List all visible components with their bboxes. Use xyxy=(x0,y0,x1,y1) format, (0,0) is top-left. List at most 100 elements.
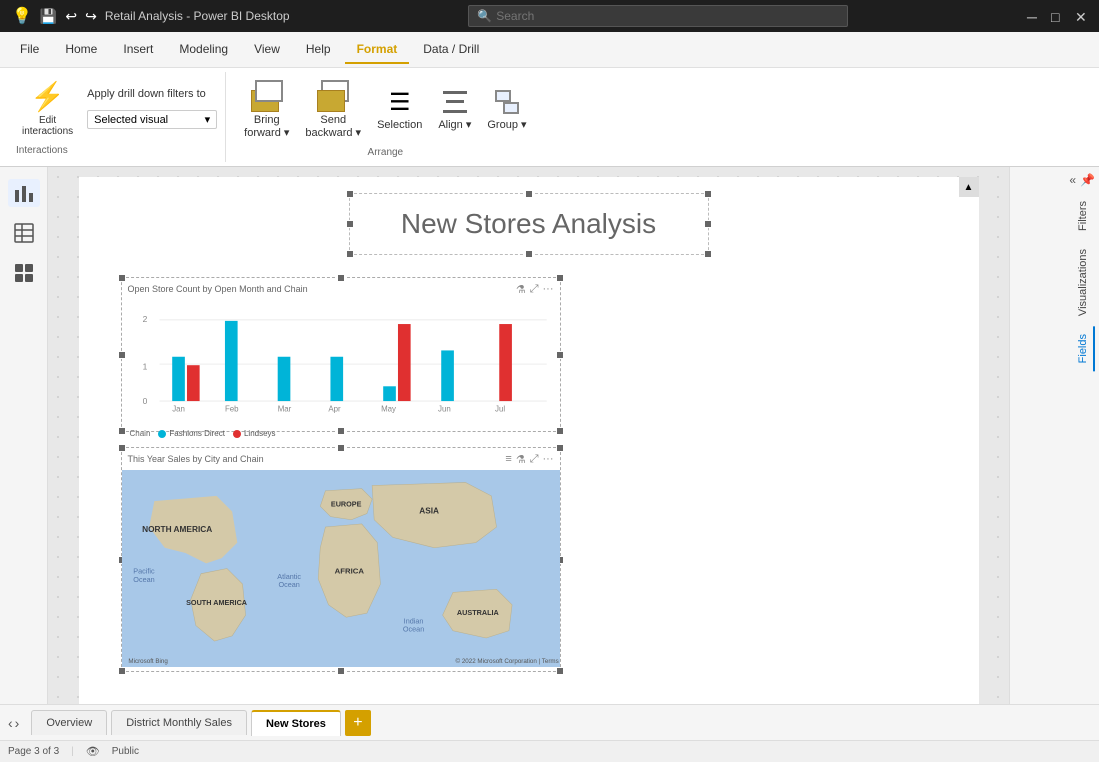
more-icon[interactable]: ··· xyxy=(543,283,554,296)
svg-text:1: 1 xyxy=(142,361,147,371)
undo-icon[interactable]: ↩ xyxy=(65,8,77,25)
map-svg: NORTH AMERICA SOUTH AMERICA EUROPE AFRIC… xyxy=(122,470,560,667)
right-sidebar-collapse: « 📌 xyxy=(1010,167,1099,193)
left-sidebar xyxy=(0,167,48,704)
handle-br[interactable] xyxy=(704,250,712,258)
tab-district-monthly-sales[interactable]: District Monthly Sales xyxy=(111,710,247,735)
report-title-visual[interactable]: New Stores Analysis xyxy=(349,193,709,255)
filter-pin-icon[interactable]: 📌 xyxy=(1080,173,1095,187)
visibility-icon: 👁 xyxy=(86,745,100,758)
tab-datadrill[interactable]: Data / Drill xyxy=(411,36,491,64)
map-inner: NORTH AMERICA SOUTH AMERICA EUROPE AFRIC… xyxy=(122,470,560,667)
map-background: NORTH AMERICA SOUTH AMERICA EUROPE AFRIC… xyxy=(122,470,560,667)
svg-text:AFRICA: AFRICA xyxy=(334,567,364,576)
svg-text:Mar: Mar xyxy=(277,405,291,414)
legend-fashions: Fashions Direct xyxy=(158,429,225,438)
selection-button[interactable]: ☰ Selection xyxy=(371,84,428,135)
redo-icon[interactable]: ↪ xyxy=(85,8,97,25)
page-nav: ‹ › xyxy=(8,715,19,731)
bar-chart-visual[interactable]: Open Store Count by Open Month and Chain… xyxy=(121,277,561,432)
svg-text:© 2022 Microsoft Corporation |: © 2022 Microsoft Corporation | Terms xyxy=(455,658,558,665)
handle-bl[interactable] xyxy=(346,250,354,258)
tab-modeling[interactable]: Modeling xyxy=(167,36,240,64)
bc-handle-bl[interactable] xyxy=(118,427,126,435)
tab-overview[interactable]: Overview xyxy=(31,710,107,735)
maximize-button[interactable]: □ xyxy=(1051,10,1063,22)
map-handle-tr[interactable] xyxy=(556,444,564,452)
visualizations-panel-tab[interactable]: Visualizations xyxy=(1073,241,1095,324)
tab-view[interactable]: View xyxy=(242,36,292,64)
handle-tl[interactable] xyxy=(346,190,354,198)
prev-page-button[interactable]: ‹ xyxy=(8,715,13,731)
map-handle-tl[interactable] xyxy=(118,444,126,452)
group-button[interactable]: Group ▾ xyxy=(481,84,532,135)
page-info: Page 3 of 3 xyxy=(8,746,59,757)
tab-help[interactable]: Help xyxy=(294,36,343,64)
svg-text:EUROPE: EUROPE xyxy=(330,499,361,508)
map-visual[interactable]: This Year Sales by City and Chain ≡ ⚗ ⤢ … xyxy=(121,447,561,672)
map-handle-tm[interactable] xyxy=(337,444,345,452)
collapse-button[interactable]: ▲ xyxy=(959,177,979,197)
right-sidebar: « 📌 Filters Visualizations Fields xyxy=(1009,167,1099,704)
send-backward-icon xyxy=(315,80,351,112)
send-backward-button[interactable]: Send backward ▾ xyxy=(299,76,367,143)
title-bar-center: 🔍 xyxy=(290,5,1027,27)
fields-panel-tab[interactable]: Fields xyxy=(1073,326,1095,371)
sidebar-icon-barchart[interactable] xyxy=(8,179,40,207)
handle-tr[interactable] xyxy=(704,190,712,198)
bring-forward-button[interactable]: Bring forward ▾ xyxy=(238,76,295,143)
filter-icon[interactable]: ⚗ xyxy=(516,283,526,296)
map-actions: ≡ ⚗ ⤢ ··· xyxy=(505,453,553,466)
map-more-icon[interactable]: ··· xyxy=(543,453,554,466)
visual-dropdown-value: Selected visual xyxy=(94,114,168,126)
map-menu-icon[interactable]: ≡ xyxy=(505,453,511,466)
map-handle-bm[interactable] xyxy=(337,667,345,675)
sidebar-icon-dashboard[interactable] xyxy=(8,259,40,287)
canvas-area[interactable]: ▲ New Stores Analysis xyxy=(48,167,1009,704)
next-page-button[interactable]: › xyxy=(15,715,20,731)
visual-dropdown[interactable]: Selected visual ▾ xyxy=(87,110,217,129)
expand-icon[interactable]: ⤢ xyxy=(530,283,539,296)
handle-bm[interactable] xyxy=(525,250,533,258)
tab-home[interactable]: Home xyxy=(53,36,109,64)
app-icon: 💡 xyxy=(12,6,32,26)
tab-insert[interactable]: Insert xyxy=(111,36,165,64)
filters-panel-tab[interactable]: Filters xyxy=(1073,193,1095,239)
add-page-button[interactable]: + xyxy=(345,710,371,736)
minimize-button[interactable]: ─ xyxy=(1027,10,1039,22)
legend-lindseys-label: Lindseys xyxy=(244,429,276,438)
bc-handle-tl[interactable] xyxy=(118,274,126,282)
map-handle-br[interactable] xyxy=(556,667,564,675)
tab-file[interactable]: File xyxy=(8,36,51,64)
send-backward-label: Send backward ▾ xyxy=(305,114,361,139)
group-icon xyxy=(493,88,521,116)
bc-handle-tm[interactable] xyxy=(337,274,345,282)
svg-text:ASIA: ASIA xyxy=(419,506,439,516)
edit-interactions-button[interactable]: ⚡ Edit interactions xyxy=(16,76,79,141)
save-icon[interactable]: 💾 xyxy=(40,8,57,25)
sidebar-icon-table[interactable] xyxy=(8,219,40,247)
bc-handle-br[interactable] xyxy=(556,427,564,435)
close-button[interactable]: ✕ xyxy=(1075,10,1087,22)
bc-handle-tr[interactable] xyxy=(556,274,564,282)
tab-format[interactable]: Format xyxy=(345,36,410,64)
map-filter-icon[interactable]: ⚗ xyxy=(516,453,526,466)
legend-fashions-label: Fashions Direct xyxy=(169,429,225,438)
handle-ml[interactable] xyxy=(346,220,354,228)
collapse-right-icon[interactable]: « xyxy=(1069,173,1076,187)
search-input[interactable] xyxy=(496,9,839,23)
align-button[interactable]: Align ▾ xyxy=(432,84,477,135)
svg-text:AUSTRALIA: AUSTRALIA xyxy=(456,608,499,617)
svg-text:Jan: Jan xyxy=(172,405,185,414)
search-box[interactable]: 🔍 xyxy=(468,5,848,27)
bottom-tabs-bar: ‹ › Overview District Monthly Sales New … xyxy=(0,704,1099,740)
bc-handle-bm[interactable] xyxy=(337,427,345,435)
map-handle-bl[interactable] xyxy=(118,667,126,675)
title-bar: 💡 💾 ↩ ↪ Retail Analysis - Power BI Deskt… xyxy=(0,0,1099,32)
legend-lindseys: Lindseys xyxy=(233,429,276,438)
group-label: Group ▾ xyxy=(487,118,526,131)
tab-new-stores[interactable]: New Stores xyxy=(251,710,341,736)
handle-mr[interactable] xyxy=(704,220,712,228)
handle-tm[interactable] xyxy=(525,190,533,198)
map-expand-icon[interactable]: ⤢ xyxy=(530,453,539,466)
